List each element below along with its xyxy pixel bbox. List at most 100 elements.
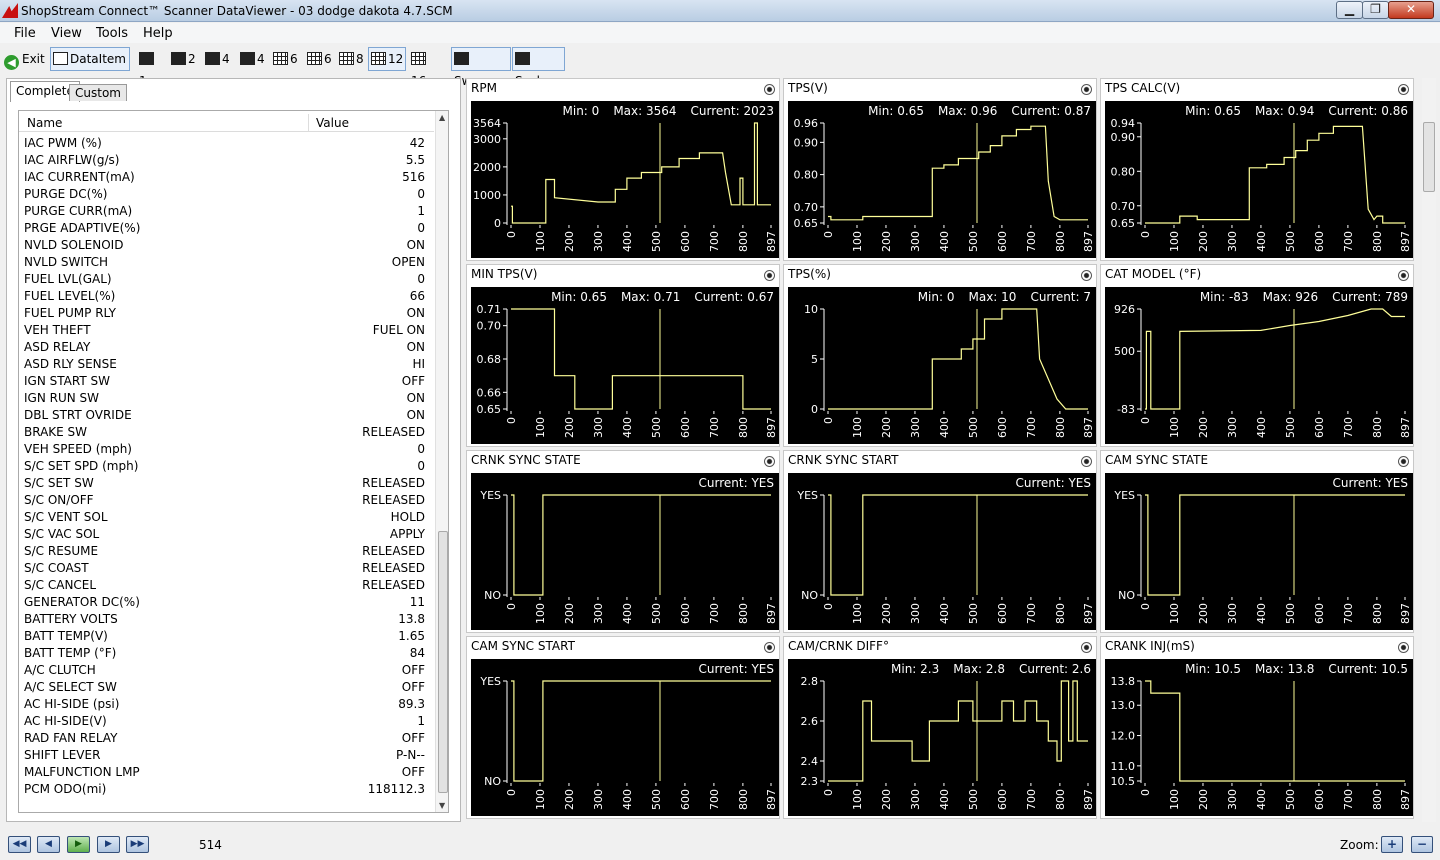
list-item[interactable]: BATT TEMP(V) 1.65 [19, 628, 434, 645]
chart-panel[interactable]: CAM SYNC START NO YES 0 100 200 300 400 500 600 70… [466, 636, 780, 819]
column-header-name[interactable]: Name [27, 116, 62, 130]
list-item[interactable]: PURGE DC(%) 0 [19, 186, 434, 203]
chart-panel[interactable]: TPS CALC(V) 0.65 0.70 0.80 0.90 0.94 0 100 200 30… [1100, 78, 1414, 261]
list-item[interactable]: A/C SELECT SW OFF [19, 679, 434, 696]
record-indicator-icon[interactable] [1398, 270, 1409, 281]
chart-panel[interactable]: CAM/CRNK DIFF° 2.3 2.4 2.6 2.8 0 100 200 300 400 5… [783, 636, 1097, 819]
record-indicator-icon[interactable] [1081, 84, 1092, 95]
chart-panel[interactable]: CAM SYNC STATE NO YES 0 100 200 300 400 500 600 70… [1100, 450, 1414, 633]
list-item[interactable]: ASD RELAY ON [19, 339, 434, 356]
list-item[interactable]: AC HI-SIDE (psi) 89.3 [19, 696, 434, 713]
chart-panel[interactable]: CRNK SYNC START NO YES 0 100 200 300 400 500 600 7… [783, 450, 1097, 633]
list-item[interactable]: S/C COAST RELEASED [19, 560, 434, 577]
list-item[interactable]: GENERATOR DC(%) 11 [19, 594, 434, 611]
layout-1-button[interactable]: 1 [136, 47, 164, 88]
sweep-button[interactable]: Sweep [451, 47, 511, 88]
menu-view[interactable]: View [51, 26, 82, 41]
record-indicator-icon[interactable] [764, 84, 775, 95]
list-item[interactable]: IAC AIRFLW(g/s) 5.5 [19, 152, 434, 169]
list-item[interactable]: PURGE CURR(mA) 1 [19, 203, 434, 220]
record-indicator-icon[interactable] [1081, 642, 1092, 653]
list-item[interactable]: PRGE ADAPTIVE(%) 0 [19, 220, 434, 237]
chart-scroll-thumb[interactable] [1423, 122, 1435, 192]
record-indicator-icon[interactable] [764, 270, 775, 281]
scroll-thumb[interactable] [438, 531, 448, 793]
chart-panel[interactable]: CRANK INJ(mS) 10.5 11.0 12.0 13.0 13.8 0 100 200… [1100, 636, 1414, 819]
list-item[interactable]: FUEL LVL(GAL) 0 [19, 271, 434, 288]
chart-scrollbar[interactable] [1422, 78, 1436, 822]
minimize-button[interactable]: ▁ [1336, 1, 1363, 19]
layout-6-grid-button[interactable]: 6 [304, 47, 334, 71]
column-divider[interactable] [308, 114, 309, 132]
list-item[interactable]: PCM ODO(mi) 118112.3 [19, 781, 434, 798]
tab-custom[interactable]: Custom [69, 84, 127, 101]
list-item[interactable]: A/C CLUTCH OFF [19, 662, 434, 679]
next-frame-button[interactable]: ▶ [97, 836, 120, 853]
record-indicator-icon[interactable] [1398, 84, 1409, 95]
list-item[interactable]: RAD FAN RELAY OFF [19, 730, 434, 747]
column-header-value[interactable]: Value [316, 116, 349, 130]
dataitem-button[interactable]: DataItem [50, 47, 130, 71]
list-item[interactable]: S/C SET SW RELEASED [19, 475, 434, 492]
chart-panel[interactable]: CAT MODEL (°F) -83 500 926 0 100 200 300 400 500 6… [1100, 264, 1414, 447]
list-scrollbar[interactable]: ▲ ▼ [435, 111, 448, 812]
list-item[interactable]: NVLD SOLENOID ON [19, 237, 434, 254]
chart-panel[interactable]: CRNK SYNC STATE NO YES 0 100 200 300 400 500 600 7… [466, 450, 780, 633]
zoom-out-button[interactable]: − [1411, 836, 1433, 853]
list-item[interactable]: AC HI-SIDE(V) 1 [19, 713, 434, 730]
list-item[interactable]: BRAKE SW RELEASED [19, 424, 434, 441]
layout-12-button[interactable]: 12 [368, 47, 406, 71]
list-item[interactable]: S/C SET SPD (mph) 0 [19, 458, 434, 475]
scale-button[interactable]: Scale [512, 47, 565, 88]
first-frame-button[interactable]: ◀◀ [8, 836, 31, 853]
list-item[interactable]: S/C VENT SOL HOLD [19, 509, 434, 526]
close-button[interactable]: ✕ [1388, 1, 1434, 19]
list-item[interactable]: VEH SPEED (mph) 0 [19, 441, 434, 458]
list-item[interactable]: IGN START SW OFF [19, 373, 434, 390]
scroll-up-icon[interactable]: ▲ [439, 113, 445, 122]
list-item[interactable]: IGN RUN SW ON [19, 390, 434, 407]
layout-8-button[interactable]: 8 [336, 47, 366, 71]
list-item[interactable]: ASD RLY SENSE HI [19, 356, 434, 373]
record-indicator-icon[interactable] [1081, 270, 1092, 281]
scroll-down-icon[interactable]: ▼ [439, 801, 445, 810]
list-item[interactable]: MALFUNCTION LMP OFF [19, 764, 434, 781]
record-indicator-icon[interactable] [764, 456, 775, 467]
last-frame-button[interactable]: ▶▶ [126, 836, 149, 853]
layout-16-button[interactable]: 16 [408, 47, 444, 88]
list-item[interactable]: BATTERY VOLTS 13.8 [19, 611, 434, 628]
maximize-button[interactable]: ❐ [1362, 1, 1389, 19]
record-indicator-icon[interactable] [764, 642, 775, 653]
list-item[interactable]: IAC CURRENT(mA) 516 [19, 169, 434, 186]
list-item[interactable]: IAC PWM (%) 42 [19, 135, 434, 152]
layout-6-button[interactable]: 6 [270, 47, 300, 71]
chart-panel[interactable]: TPS(V) 0.65 0.70 0.80 0.90 0.96 0 100 200 300 400 5… [783, 78, 1097, 261]
list-item[interactable]: S/C RESUME RELEASED [19, 543, 434, 560]
list-item[interactable]: BATT TEMP (°F) 84 [19, 645, 434, 662]
chart-panel[interactable]: MIN TPS(V) 0.65 0.66 0.68 0.70 0.71 0 100 200 300… [466, 264, 780, 447]
menu-help[interactable]: Help [143, 26, 173, 41]
play-button[interactable]: ▶ [67, 836, 90, 853]
exit-button[interactable]: ◀ Exit [1, 47, 47, 71]
list-item[interactable]: SHIFT LEVER P-N-- [19, 747, 434, 764]
list-item[interactable]: S/C VAC SOL APPLY [19, 526, 434, 543]
prev-frame-button[interactable]: ◀ [37, 836, 60, 853]
menu-tools[interactable]: Tools [96, 26, 128, 41]
list-item[interactable]: DBL STRT OVRIDE ON [19, 407, 434, 424]
list-item[interactable]: VEH THEFT FUEL ON [19, 322, 434, 339]
zoom-in-button[interactable]: + [1381, 836, 1403, 853]
record-indicator-icon[interactable] [1398, 642, 1409, 653]
list-item[interactable]: S/C CANCEL RELEASED [19, 577, 434, 594]
menu-file[interactable]: File [14, 26, 36, 41]
list-item[interactable]: S/C ON/OFF RELEASED [19, 492, 434, 509]
list-item[interactable]: FUEL PUMP RLY ON [19, 305, 434, 322]
record-indicator-icon[interactable] [1398, 456, 1409, 467]
layout-4-button[interactable]: 4 [202, 47, 232, 71]
list-item[interactable]: NVLD SWITCH OPEN [19, 254, 434, 271]
list-item[interactable]: FUEL LEVEL(%) 66 [19, 288, 434, 305]
layout-4-grid-button[interactable]: 4 [237, 47, 267, 71]
chart-panel[interactable]: RPM 0 1000 2000 3000 3564 0 100 200 300 400 500 600 7… [466, 78, 780, 261]
record-indicator-icon[interactable] [1081, 456, 1092, 467]
chart-panel[interactable]: TPS(%) 0 5 10 0 100 200 300 400 500 600 700 800 897 Mi… [783, 264, 1097, 447]
layout-2-button[interactable]: 2 [168, 47, 198, 71]
